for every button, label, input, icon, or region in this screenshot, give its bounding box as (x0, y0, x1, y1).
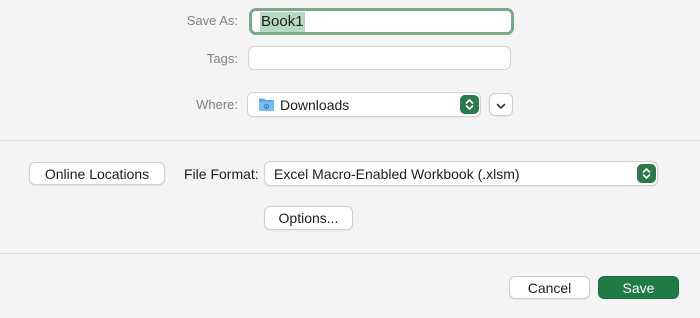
folder-icon (258, 97, 275, 117)
divider (0, 253, 700, 254)
chevron-down-icon (496, 97, 506, 113)
save-as-value: Book1 (260, 12, 305, 32)
divider (0, 140, 700, 141)
save-as-input[interactable]: Book1 (249, 8, 514, 35)
save-as-label: Save As: (186, 13, 238, 28)
file-format-value: Excel Macro-Enabled Workbook (.xlsm) (274, 166, 520, 182)
file-format-label: File Format: (184, 166, 259, 182)
online-locations-button[interactable]: Online Locations (29, 162, 165, 185)
save-button[interactable]: Save (598, 276, 679, 299)
where-popup[interactable]: Downloads (247, 92, 481, 117)
where-value: Downloads (280, 97, 350, 113)
expand-dialog-button[interactable] (489, 93, 513, 116)
file-format-popup[interactable]: Excel Macro-Enabled Workbook (.xlsm) (264, 161, 658, 186)
tags-input[interactable] (248, 46, 511, 70)
options-button[interactable]: Options... (264, 206, 353, 230)
up-down-chevron-icon (637, 164, 656, 183)
up-down-chevron-icon (460, 95, 479, 114)
cancel-button[interactable]: Cancel (509, 276, 590, 299)
where-label: Where: (196, 97, 238, 112)
tags-label: Tags: (206, 51, 238, 66)
